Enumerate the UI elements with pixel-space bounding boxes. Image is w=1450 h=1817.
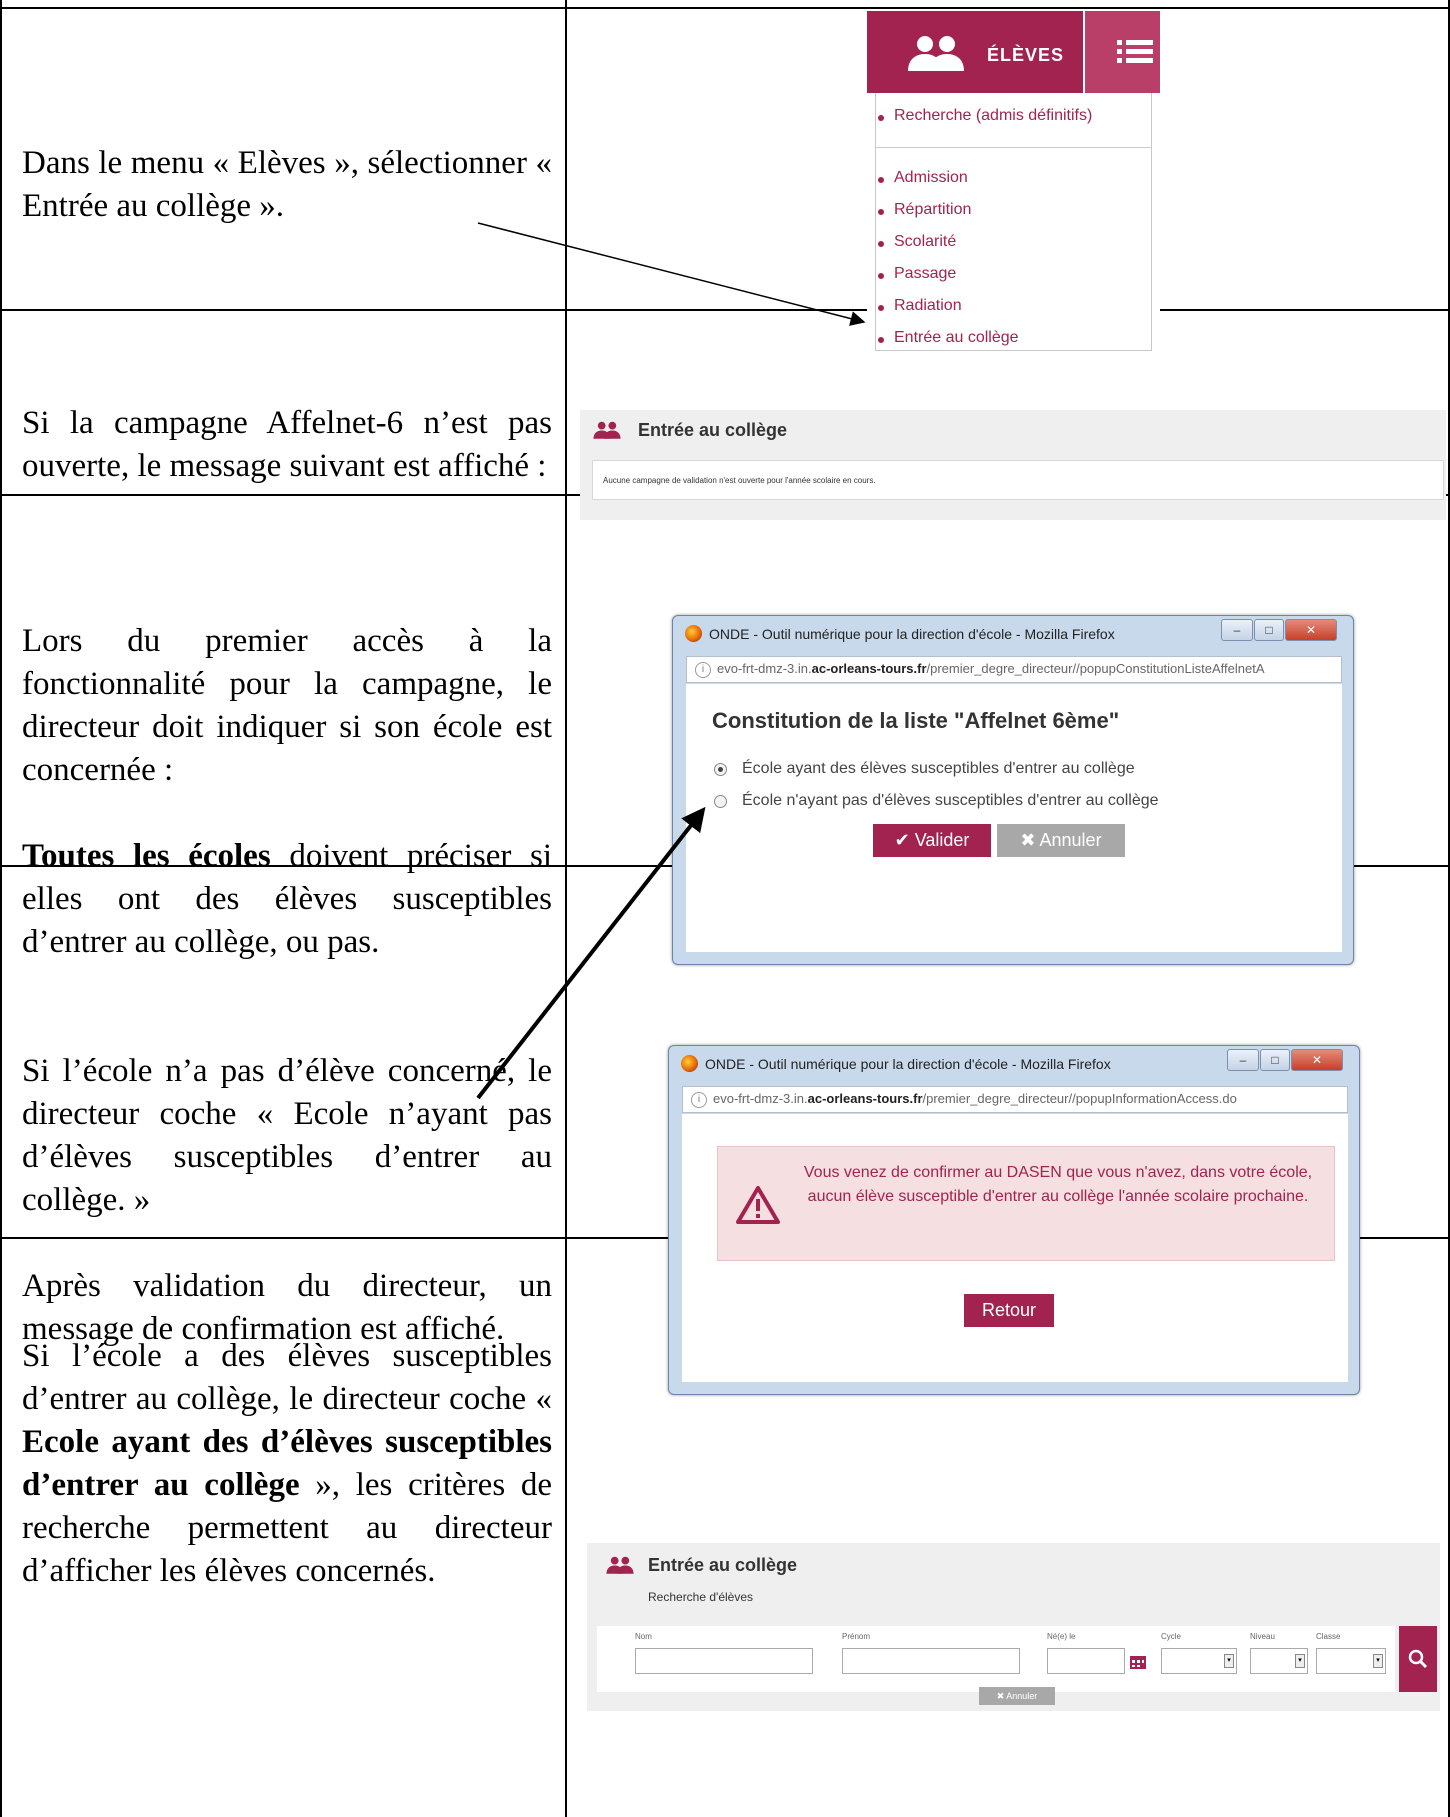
annotation-arrows [476, 222, 866, 1100]
arrow-to-radio-option [476, 806, 706, 1100]
arrow-to-menu-item [477, 222, 866, 326]
document-page: Dans le menu « Elèves », sélectionner « … [0, 0, 1450, 1817]
